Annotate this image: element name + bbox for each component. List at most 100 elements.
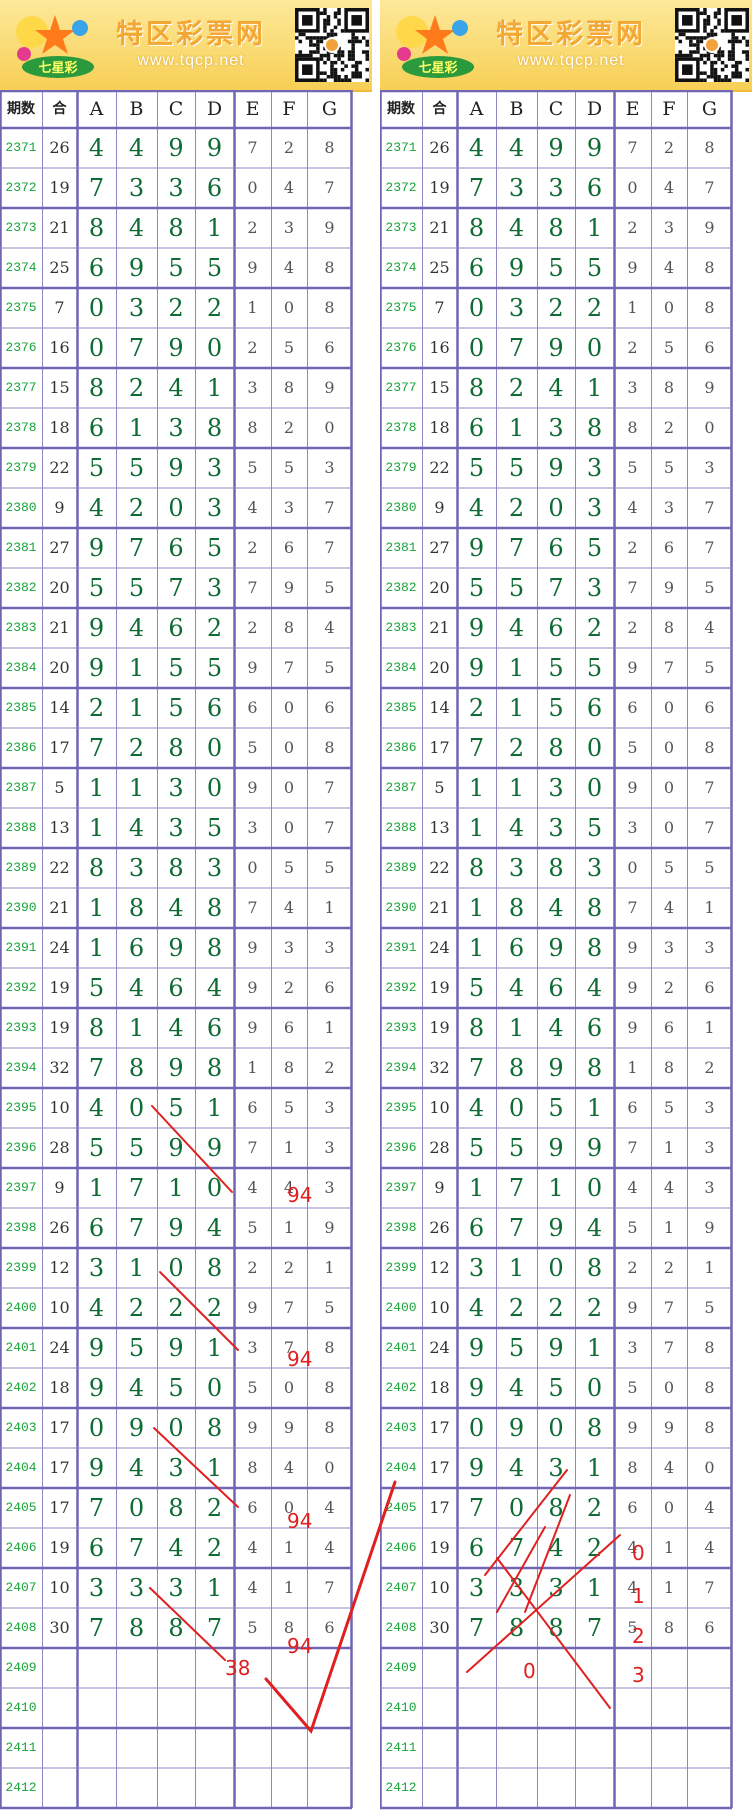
digit-efg: 9 bbox=[627, 1418, 638, 1437]
digit-abcd: 0 bbox=[88, 334, 105, 362]
digit-abcd: 4 bbox=[128, 1454, 145, 1482]
digit-abcd: 0 bbox=[168, 494, 184, 522]
digit-efg: 2 bbox=[663, 978, 675, 997]
digit-efg: 9 bbox=[627, 1018, 638, 1037]
issue-number: 2371 bbox=[5, 140, 37, 155]
issue-number: 2407 bbox=[5, 1580, 37, 1595]
digit-efg: 6 bbox=[704, 338, 715, 357]
digit-efg: 5 bbox=[247, 1378, 258, 1397]
digit-abcd bbox=[77, 1688, 116, 1728]
digit-abcd: 1 bbox=[508, 694, 525, 722]
digit-abcd: 8 bbox=[586, 414, 603, 442]
issue-number: 2383 bbox=[385, 620, 417, 635]
digit-abcd: 3 bbox=[468, 1574, 485, 1602]
digit-abcd: 1 bbox=[586, 1454, 603, 1482]
digit-abcd: 0 bbox=[88, 294, 105, 322]
site-url[interactable]: www.tqcp.net bbox=[112, 52, 270, 70]
digit-abcd: 8 bbox=[548, 854, 564, 882]
digit-efg: 4 bbox=[283, 178, 295, 197]
digit-abcd: 5 bbox=[88, 574, 105, 602]
digit-efg bbox=[307, 1728, 352, 1768]
digit-abcd: 8 bbox=[468, 214, 485, 242]
digit-efg bbox=[307, 1768, 352, 1808]
sum-value: 10 bbox=[429, 1578, 450, 1597]
digit-abcd: 7 bbox=[508, 534, 525, 562]
digit-efg: 0 bbox=[283, 1378, 295, 1397]
digit-abcd bbox=[496, 1768, 537, 1808]
digit-abcd: 3 bbox=[206, 854, 223, 882]
sum-value: 21 bbox=[429, 218, 450, 237]
digit-abcd: 5 bbox=[88, 1134, 105, 1162]
digit-efg: 3 bbox=[627, 818, 638, 837]
digit-abcd: 0 bbox=[586, 1374, 603, 1402]
digit-abcd: 9 bbox=[468, 614, 485, 642]
digit-abcd: 8 bbox=[206, 934, 223, 962]
digit-abcd: 4 bbox=[508, 214, 525, 242]
issue-number: 2390 bbox=[385, 900, 417, 915]
digit-abcd: 1 bbox=[508, 414, 525, 442]
issue-number: 2376 bbox=[385, 340, 417, 355]
issue-number: 2388 bbox=[385, 820, 417, 835]
digit-abcd: 8 bbox=[88, 1014, 105, 1042]
digit-abcd: 7 bbox=[88, 734, 105, 762]
digit-abcd: 8 bbox=[88, 854, 105, 882]
digit-efg: 9 bbox=[704, 1218, 715, 1237]
digit-abcd bbox=[116, 1688, 157, 1728]
digit-efg: 8 bbox=[663, 378, 675, 397]
digit-efg: 5 bbox=[247, 458, 258, 477]
site-url[interactable]: www.tqcp.net bbox=[492, 52, 650, 70]
digit-efg: 3 bbox=[324, 1098, 335, 1117]
digit-abcd: 6 bbox=[586, 694, 603, 722]
digit-abcd: 2 bbox=[586, 1294, 603, 1322]
digit-abcd: 8 bbox=[206, 414, 223, 442]
issue-number: 2396 bbox=[5, 1140, 37, 1155]
digit-efg: 4 bbox=[247, 1578, 258, 1597]
digit-abcd bbox=[195, 1648, 234, 1688]
digit-efg: 0 bbox=[283, 778, 295, 797]
issue-number: 2401 bbox=[5, 1340, 37, 1355]
digit-abcd: 7 bbox=[508, 334, 525, 362]
digit-abcd: 6 bbox=[548, 534, 564, 562]
digit-abcd: 3 bbox=[468, 1254, 485, 1282]
column-header: 期数 bbox=[387, 101, 415, 117]
digit-abcd: 1 bbox=[128, 1254, 145, 1282]
digit-efg bbox=[234, 1728, 271, 1768]
digit-abcd: 2 bbox=[168, 1294, 184, 1322]
digit-efg: 4 bbox=[663, 178, 675, 197]
issue-number: 2372 bbox=[5, 180, 37, 195]
digit-abcd: 1 bbox=[206, 1094, 223, 1122]
digit-efg: 5 bbox=[704, 1298, 715, 1317]
digit-abcd: 5 bbox=[128, 1134, 145, 1162]
sum-value: 9 bbox=[434, 498, 445, 517]
digit-efg: 4 bbox=[663, 898, 675, 917]
digit-abcd: 6 bbox=[168, 614, 184, 642]
digit-abcd: 2 bbox=[508, 734, 525, 762]
digit-abcd: 4 bbox=[128, 814, 145, 842]
digit-efg: 9 bbox=[247, 938, 258, 957]
digit-abcd: 2 bbox=[168, 294, 184, 322]
sum-value: 26 bbox=[49, 1218, 70, 1237]
digit-efg: 2 bbox=[283, 1258, 295, 1277]
digit-abcd: 8 bbox=[168, 734, 184, 762]
digit-abcd: 9 bbox=[548, 1134, 564, 1162]
digit-efg: 4 bbox=[704, 1538, 715, 1557]
digit-abcd: 7 bbox=[168, 574, 184, 602]
digit-efg: 6 bbox=[663, 1018, 675, 1037]
digit-efg bbox=[234, 1648, 271, 1688]
digit-abcd: 1 bbox=[508, 1014, 525, 1042]
digit-abcd: 0 bbox=[128, 1494, 145, 1522]
digit-efg: 5 bbox=[627, 1618, 638, 1637]
digit-efg: 1 bbox=[247, 1058, 258, 1077]
digit-efg: 8 bbox=[704, 258, 715, 277]
digit-efg: 7 bbox=[324, 818, 335, 837]
digit-abcd: 6 bbox=[88, 254, 105, 282]
digit-abcd: 8 bbox=[88, 374, 105, 402]
issue-number: 2410 bbox=[5, 1700, 37, 1715]
digit-abcd: 3 bbox=[168, 774, 184, 802]
issue-number: 2398 bbox=[5, 1220, 37, 1235]
sum-value bbox=[422, 1688, 457, 1728]
qr-code-icon bbox=[295, 8, 369, 82]
digit-efg: 1 bbox=[663, 1538, 675, 1557]
digit-abcd: 2 bbox=[586, 614, 603, 642]
digit-efg: 6 bbox=[627, 1098, 638, 1117]
